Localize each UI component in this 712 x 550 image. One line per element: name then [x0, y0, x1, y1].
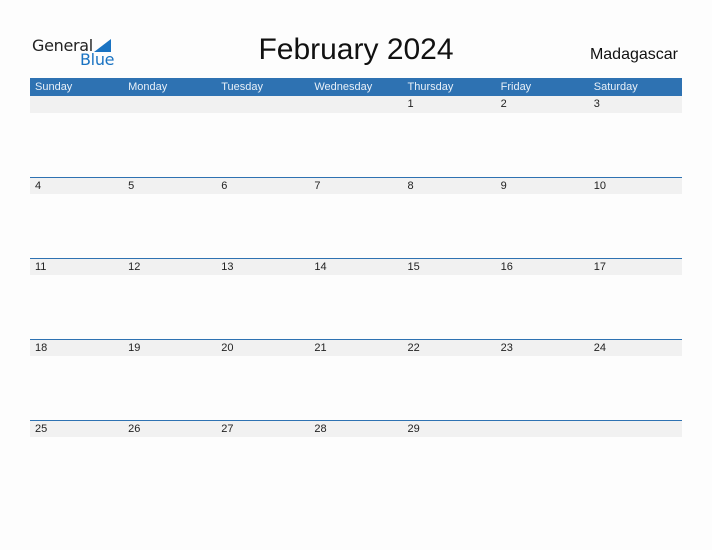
weekday-header: Sunday Monday Tuesday Wednesday Thursday…	[30, 78, 682, 96]
day-cell: 5	[128, 180, 135, 192]
date-strip: 25 26 27 28 29	[30, 420, 682, 437]
day-cell: 10	[593, 180, 606, 192]
day-cell: 26	[128, 423, 141, 435]
day-cell: 1	[407, 98, 414, 110]
weekday-wednesday: Wednesday	[314, 81, 373, 93]
day-cell: 25	[35, 423, 48, 435]
date-strip: 4 5 6 7 8 9 10	[30, 177, 682, 194]
weekday-saturday: Saturday	[593, 81, 638, 93]
weekday-thursday: Thursday	[407, 81, 454, 93]
weekday-friday: Friday	[500, 81, 532, 93]
date-strip: 18 19 20 21 22 23 24	[30, 339, 682, 356]
day-cell: 8	[407, 180, 414, 192]
day-cell	[589, 421, 682, 437]
day-cell: 12	[128, 261, 141, 273]
day-cell	[496, 421, 589, 437]
day-cell: 6	[221, 180, 228, 192]
country-label: Madagascar	[589, 46, 678, 63]
day-cell: 15	[407, 261, 420, 273]
day-cell: 17	[593, 261, 606, 273]
day-cell: 4	[35, 180, 42, 192]
week-row: 25 26 27 28 29	[30, 420, 682, 501]
day-cell: 9	[500, 180, 507, 192]
day-cell: 22	[407, 342, 420, 354]
date-strip: 11 12 13 14 15 16 17	[30, 258, 682, 275]
day-cell: 18	[35, 342, 48, 354]
week-row: 18 19 20 21 22 23 24	[30, 339, 682, 420]
day-cell	[123, 96, 216, 113]
day-cell: 11	[35, 261, 47, 273]
day-cell	[216, 96, 309, 113]
day-cell: 16	[500, 261, 513, 273]
day-cell: 13	[221, 261, 234, 273]
day-cell	[309, 96, 402, 113]
day-cell: 2	[500, 98, 507, 110]
day-cell: 7	[314, 180, 321, 192]
day-cell	[30, 96, 123, 113]
week-row: 4 5 6 7 8 9 10	[30, 177, 682, 258]
day-cell: 28	[314, 423, 327, 435]
day-cell: 29	[407, 423, 420, 435]
day-cell: 27	[221, 423, 234, 435]
day-cell: 23	[500, 342, 513, 354]
weekday-sunday: Sunday	[35, 81, 73, 93]
date-strip: 1 2 3	[30, 96, 682, 113]
day-cell: 19	[128, 342, 141, 354]
week-row: 11 12 13 14 15 16 17	[30, 258, 682, 339]
day-cell: 24	[593, 342, 606, 354]
day-cell: 21	[314, 342, 327, 354]
day-cell: 3	[593, 98, 600, 110]
week-row: 1 2 3	[30, 96, 682, 177]
calendar-grid: Sunday Monday Tuesday Wednesday Thursday…	[30, 78, 682, 501]
weekday-tuesday: Tuesday	[221, 81, 264, 93]
weekday-monday: Monday	[128, 81, 168, 93]
day-cell: 14	[314, 261, 327, 273]
day-cell: 20	[221, 342, 234, 354]
